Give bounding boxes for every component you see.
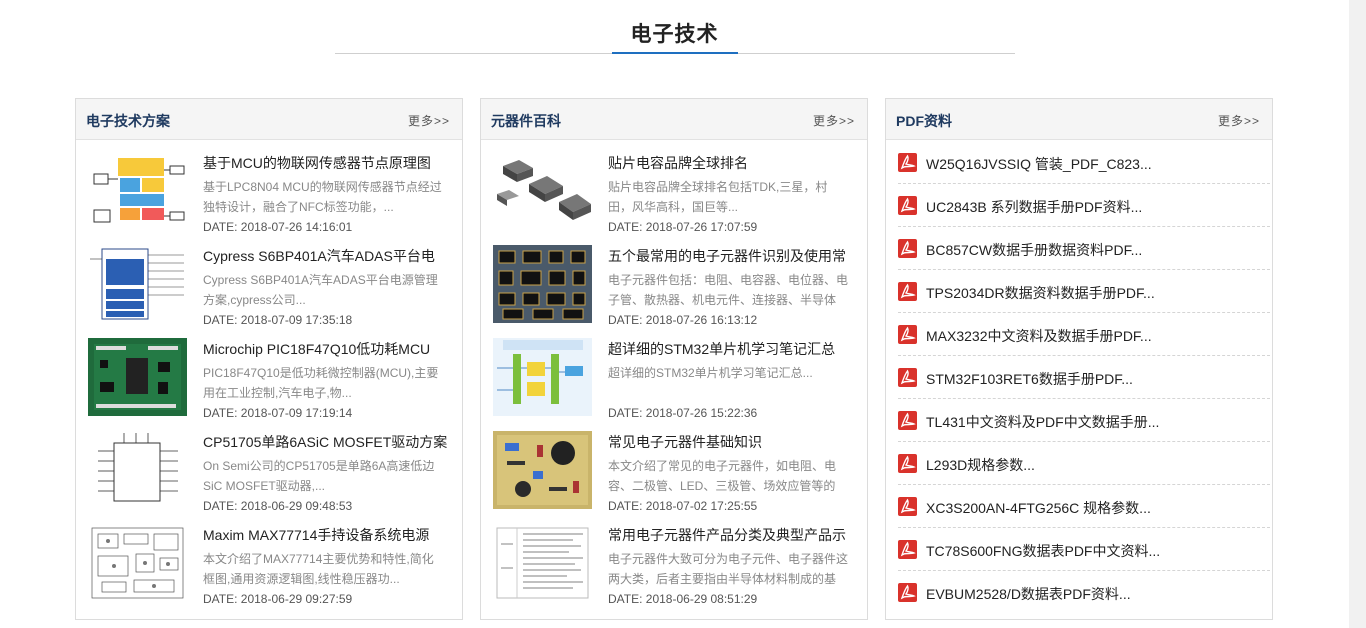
article-thumbnail[interactable] [493, 431, 592, 509]
pdf-icon [898, 196, 917, 215]
page-scrollbar[interactable] [1349, 0, 1366, 628]
article-thumbnail[interactable] [493, 245, 592, 323]
article-thumbnail[interactable] [88, 338, 187, 416]
pdf-list-item[interactable]: UC2843B 系列数据手册PDF资料... [898, 184, 1270, 227]
article-date: DATE: 2018-06-29 09:48:53 [203, 499, 353, 513]
article-title[interactable]: Maxim MAX77714手持设备系统电源 [203, 525, 458, 545]
article-title[interactable]: CP51705单路6ASiC MOSFET驱动方案 [203, 432, 458, 452]
article-thumbnail[interactable] [88, 152, 187, 230]
article-item[interactable]: Cypress S6BP401A汽车ADAS平台电 Cypress S6BP40… [88, 240, 458, 330]
article-item[interactable]: 贴片电容品牌全球排名 贴片电容品牌全球排名包括TDK,三星，村田，风华高科，国巨… [493, 147, 863, 237]
article-item[interactable]: Maxim MAX77714手持设备系统电源 本文介绍了MAX77714主要优势… [88, 519, 458, 609]
article-date: DATE: 2018-07-26 15:22:36 [608, 406, 758, 420]
article-title[interactable]: 常用电子元器件产品分类及典型产品示 [608, 525, 863, 545]
pdf-list-item[interactable]: BC857CW数据手册数据资料PDF... [898, 227, 1270, 270]
panel-tech-solutions: 电子技术方案 更多>> 基于MCU的物联网传感器节点原理图 基于LPC8N04 … [75, 98, 463, 620]
article-summary: 本文介绍了常见的电子元器件，如电阻、电容、二极管、LED、三极管、场效应管等的 [608, 459, 837, 493]
panel-header: PDF资料 更多>> [886, 99, 1272, 140]
title-accent-bar [612, 52, 738, 54]
article-thumbnail[interactable] [88, 245, 187, 323]
article-thumbnail[interactable] [493, 152, 592, 230]
pdf-list-item[interactable]: EVBUM2528/D数据表PDF资料... [898, 571, 1270, 614]
more-link[interactable]: 更多>> [1218, 112, 1260, 129]
article-summary: Cypress S6BP401A汽车ADAS平台电源管理方案,cypress公司… [203, 273, 438, 307]
pdf-list-item[interactable]: L293D规格参数... [898, 442, 1270, 485]
article-item[interactable]: 常用电子元器件产品分类及典型产品示 电子元器件大致可分为电子元件、电子器件这两大… [493, 519, 863, 609]
article-title[interactable]: 五个最常用的电子元器件识别及使用常 [608, 246, 863, 266]
article-date: DATE: 2018-06-29 08:51:29 [608, 592, 758, 606]
article-date: DATE: 2018-07-26 14:16:01 [203, 220, 353, 234]
pdf-icon [898, 368, 917, 387]
article-summary: On Semi公司的CP51705是单路6A高速低边SiC MOSFET驱动器,… [203, 459, 435, 493]
panel-components-wiki: 元器件百科 更多>> 贴片电容品牌全球排名 贴片电容品牌全球排名包括TDK,三星… [480, 98, 868, 620]
article-item[interactable]: Microchip PIC18F47Q10低功耗MCU PIC18F47Q10是… [88, 333, 458, 423]
article-date: DATE: 2018-07-09 17:35:18 [203, 313, 353, 327]
article-item[interactable]: CP51705单路6ASiC MOSFET驱动方案 On Semi公司的CP51… [88, 426, 458, 516]
pdf-list-item[interactable]: TL431中文资料及PDF中文数据手册... [898, 399, 1270, 442]
article-thumbnail[interactable] [88, 431, 187, 509]
article-summary: 电子元器件包括：电阻、电容器、电位器、电子管、散热器、机电元件、连接器、半导体 [608, 273, 848, 307]
article-title[interactable]: Cypress S6BP401A汽车ADAS平台电 [203, 246, 458, 266]
article-thumbnail[interactable] [493, 524, 592, 602]
article-date: DATE: 2018-07-26 16:13:12 [608, 313, 758, 327]
pdf-icon [898, 282, 917, 301]
pdf-list-item[interactable]: STM32F103RET6数据手册PDF... [898, 356, 1270, 399]
pdf-icon [898, 325, 917, 344]
pdf-icon [898, 583, 917, 602]
article-title[interactable]: 超详细的STM32单片机学习笔记汇总 [608, 339, 863, 359]
pdf-icon [898, 540, 917, 559]
pdf-icon [898, 497, 917, 516]
pdf-list-item[interactable]: TC78S600FNG数据表PDF中文资料... [898, 528, 1270, 571]
panel-title[interactable]: 电子技术方案 [86, 111, 170, 131]
pdf-file-link[interactable]: XC3S200AN-4FTG256C 规格参数... [926, 498, 1151, 518]
article-item[interactable]: 基于MCU的物联网传感器节点原理图 基于LPC8N04 MCU的物联网传感器节点… [88, 147, 458, 237]
more-link[interactable]: 更多>> [408, 112, 450, 129]
article-title[interactable]: 基于MCU的物联网传感器节点原理图 [203, 153, 458, 173]
section-title: 电子技术 [630, 23, 719, 46]
pdf-list-item[interactable]: W25Q16JVSSIQ 管装_PDF_C823... [898, 141, 1270, 184]
panel-title[interactable]: 元器件百科 [491, 111, 561, 131]
pdf-file-link[interactable]: TC78S600FNG数据表PDF中文资料... [926, 541, 1160, 561]
pdf-file-link[interactable]: TPS2034DR数据资料数据手册PDF... [926, 283, 1155, 303]
panel-header: 电子技术方案 更多>> [76, 99, 462, 140]
article-title[interactable]: 常见电子元器件基础知识 [608, 432, 863, 452]
article-date: DATE: 2018-07-26 17:07:59 [608, 220, 758, 234]
pdf-list-item[interactable]: MAX3232中文资料及数据手册PDF... [898, 313, 1270, 356]
article-summary: 本文介绍了MAX77714主要优势和特性,简化框图,通用资源逻辑图,线性稳压器功… [203, 552, 434, 586]
article-date: DATE: 2018-06-29 09:27:59 [203, 592, 353, 606]
article-item[interactable]: 常见电子元器件基础知识 本文介绍了常见的电子元器件，如电阻、电容、二极管、LED… [493, 426, 863, 516]
article-item[interactable]: 超详细的STM32单片机学习笔记汇总 超详细的STM32单片机学习笔记汇总...… [493, 333, 863, 423]
pdf-file-link[interactable]: EVBUM2528/D数据表PDF资料... [926, 584, 1131, 604]
article-thumbnail[interactable] [88, 524, 187, 602]
panel-pdf-documents: PDF资料 更多>> W25Q16JVSSIQ 管装_PDF_C823... UC… [885, 98, 1273, 620]
more-link[interactable]: 更多>> [813, 112, 855, 129]
pdf-file-link[interactable]: TL431中文资料及PDF中文数据手册... [926, 412, 1159, 432]
article-thumbnail[interactable] [493, 338, 592, 416]
pdf-icon [898, 454, 917, 473]
pdf-file-link[interactable]: BC857CW数据手册数据资料PDF... [926, 240, 1142, 260]
pdf-list-item[interactable]: TPS2034DR数据资料数据手册PDF... [898, 270, 1270, 313]
article-summary: 贴片电容品牌全球排名包括TDK,三星，村田，风华高科，国巨等... [608, 180, 828, 214]
panel-title[interactable]: PDF资料 [896, 111, 952, 131]
pdf-file-link[interactable]: STM32F103RET6数据手册PDF... [926, 369, 1133, 389]
article-date: DATE: 2018-07-02 17:25:55 [608, 499, 758, 513]
pdf-list-item[interactable]: XC3S200AN-4FTG256C 规格参数... [898, 485, 1270, 528]
article-date: DATE: 2018-07-09 17:19:14 [203, 406, 353, 420]
pdf-file-link[interactable]: W25Q16JVSSIQ 管装_PDF_C823... [926, 154, 1152, 174]
article-summary: PIC18F47Q10是低功耗微控制器(MCU),主要用在工业控制,汽车电子,物… [203, 366, 439, 400]
pdf-icon [898, 153, 917, 172]
article-title[interactable]: Microchip PIC18F47Q10低功耗MCU [203, 339, 458, 359]
panel-header: 元器件百科 更多>> [481, 99, 867, 140]
pdf-file-link[interactable]: MAX3232中文资料及数据手册PDF... [926, 326, 1152, 346]
article-summary: 超详细的STM32单片机学习笔记汇总... [608, 366, 813, 380]
pdf-file-link[interactable]: UC2843B 系列数据手册PDF资料... [926, 197, 1142, 217]
pdf-icon [898, 411, 917, 430]
pdf-icon [898, 239, 917, 258]
article-title[interactable]: 贴片电容品牌全球排名 [608, 153, 863, 173]
article-summary: 电子元器件大致可分为电子元件、电子器件这两大类，后者主要指由半导体材料制成的基 [608, 552, 848, 586]
article-summary: 基于LPC8N04 MCU的物联网传感器节点经过独特设计，融合了NFC标签功能，… [203, 180, 442, 214]
article-item[interactable]: 五个最常用的电子元器件识别及使用常 电子元器件包括：电阻、电容器、电位器、电子管… [493, 240, 863, 330]
pdf-file-link[interactable]: L293D规格参数... [926, 455, 1035, 475]
